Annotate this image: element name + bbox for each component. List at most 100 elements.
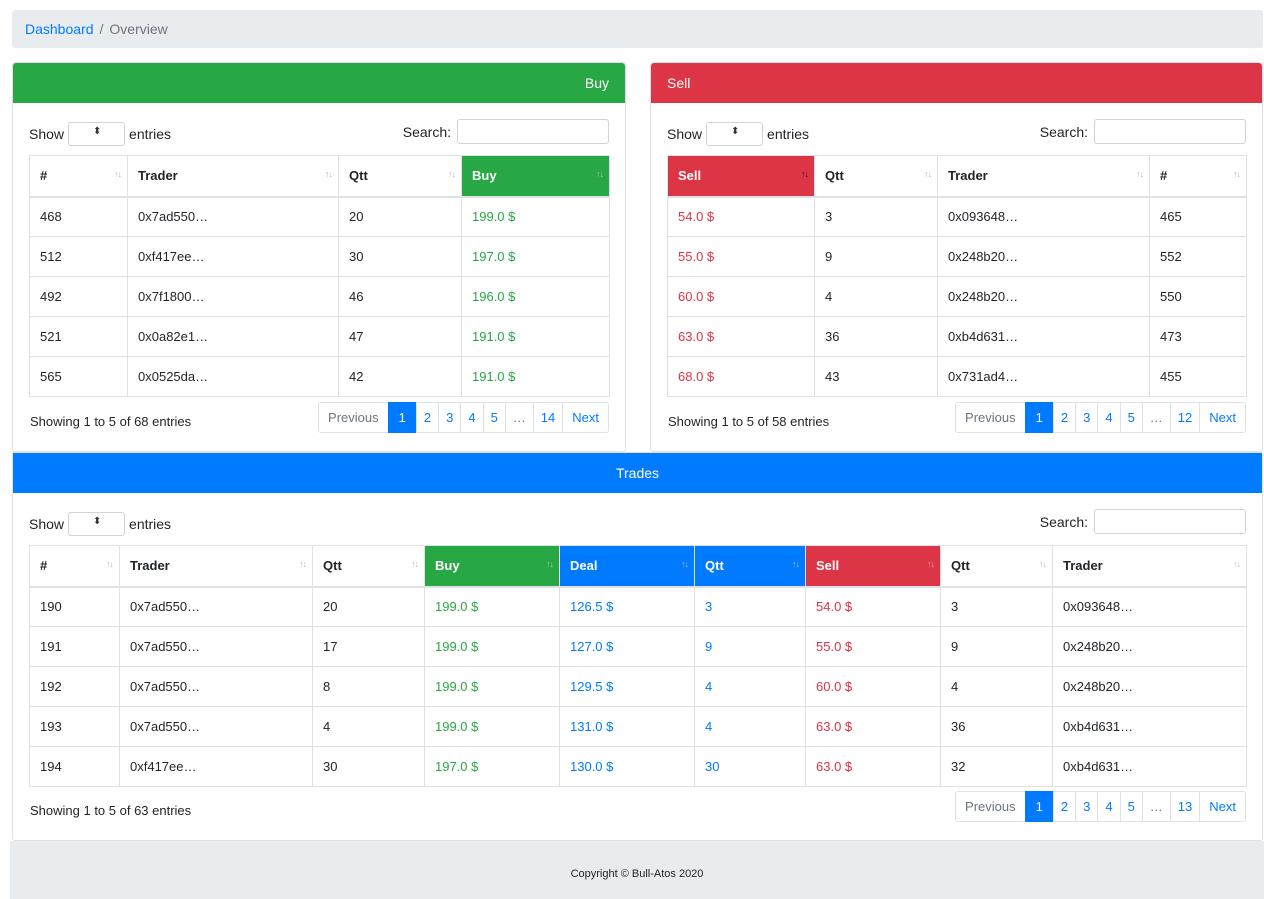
sell-pagination: Previous 1 2 3 4 5 … 12 Next [955,402,1246,433]
buy-col-id-header[interactable]: # ↑↓ [29,155,128,198]
buy-search-input[interactable] [457,119,609,144]
table-row: 194 0xf417ee… 30 197.0 $130.0 $30 63.0 $32 0x… [29,746,1247,787]
page-button[interactable]: 13 [1169,791,1201,822]
cell-trader: 0x0525da… [127,356,339,397]
pagination-ellipsis: … [504,402,534,433]
trades-col-sell-trader-header[interactable]: Trader ↑↓ [1052,545,1247,588]
previous-page-button[interactable]: Previous [318,402,389,433]
sell-search-input[interactable] [1094,119,1246,144]
sell-col-trader-header[interactable]: Trader ↑↓ [937,155,1150,198]
trades-col-deal-qtt-header[interactable]: Qtt ↑↓ [694,545,806,588]
page-button[interactable]: 5 [1119,402,1143,433]
page-button[interactable]: 4 [1097,791,1121,822]
page-button[interactable]: 2 [1052,791,1077,822]
sell-col-id-header[interactable]: # ↑↓ [1149,155,1247,198]
trades-entries-select[interactable]: ⬍ [68,512,126,536]
page-button[interactable]: 2 [1052,402,1077,433]
table-row: 193 0x7ad550… 4 199.0 $131.0 $4 63.0 $36 0xb4… [29,706,1247,747]
col-label: # [1160,168,1168,184]
buy-pagination: Previous 1 2 3 4 5 … 14 Next [318,402,609,433]
buy-col-qtt-header[interactable]: Qtt ↑↓ [338,155,462,198]
cell-buy-price: 199.0 $ [424,666,560,707]
page-button[interactable]: 3 [1075,791,1099,822]
page-button[interactable]: 3 [1075,402,1099,433]
next-page-button[interactable]: Next [1199,402,1246,433]
breadcrumb-dashboard-link[interactable]: Dashboard [25,21,94,37]
next-page-button[interactable]: Next [562,402,609,433]
page-button[interactable]: 5 [482,402,506,433]
buy-table-info: Showing 1 to 5 of 68 entries [30,414,192,429]
buy-col-buy-header[interactable]: Buy ↑↓ [461,155,610,198]
cell-sell-price: 55.0 $ [805,626,941,667]
page-button[interactable]: 1 [1024,791,1054,822]
col-label: Deal [570,558,598,574]
trades-col-id-header[interactable]: # ↑↓ [29,545,120,588]
col-label: Qtt [705,558,724,574]
col-label: Buy [435,558,460,574]
previous-page-button[interactable]: Previous [955,402,1026,433]
page-button[interactable]: 1 [1024,402,1054,433]
buy-card-header: Buy [13,63,625,103]
page-button[interactable]: 12 [1169,402,1201,433]
sell-col-qtt-header[interactable]: Qtt ↑↓ [814,155,938,198]
sort-icon: ↑↓ [1233,559,1241,569]
show-label: Show [667,126,703,142]
sort-asc-icon: ↑↓ [801,169,809,179]
cell-id: 512 [29,236,128,277]
cell-deal-price: 127.0 $ [559,626,695,667]
sort-icon: ↑↓ [924,169,932,179]
next-page-button[interactable]: Next [1199,791,1246,822]
cell-buy-trader: 0x7ad550… [119,666,313,707]
buy-entries-select[interactable]: ⬍ [68,122,126,146]
col-label: Trader [948,168,988,184]
cell-trader: 0x0a82e1… [127,316,339,357]
table-row: 512 0xf417ee… 30 197.0 $ [29,236,610,277]
buy-col-trader-header[interactable]: Trader ↑↓ [127,155,339,198]
trades-col-sell-qtt-header[interactable]: Qtt ↑↓ [940,545,1053,588]
page-button[interactable]: 2 [415,402,440,433]
cell-id: 521 [29,316,128,357]
trades-col-buy-header[interactable]: Buy ↑↓ [424,545,560,588]
page-button[interactable]: 4 [1097,402,1121,433]
cell-qtt: 42 [338,356,462,397]
cell-qtt: 36 [814,316,938,357]
cell-buy-trader: 0x7ad550… [119,626,313,667]
trades-card: Trades Show ⬍ entries Search: # ↑↓ Trader… [12,452,1263,841]
buy-card: Buy Show ⬍ entries Search: # ↑↓ Trader ↑↓ … [12,62,626,452]
buy-controls: Show ⬍ entries Search: [29,119,609,146]
cell-qtt: 4 [814,276,938,317]
cell-deal-price: 129.5 $ [559,666,695,707]
cell-sell-qtt: 32 [940,746,1053,787]
trades-col-sell-header[interactable]: Sell ↑↓ [805,545,941,588]
cell-trader: 0xb4d631… [937,316,1150,357]
page-button[interactable]: 14 [532,402,564,433]
sell-entries-select[interactable]: ⬍ [706,122,764,146]
trades-col-buy-trader-header[interactable]: Trader ↑↓ [119,545,313,588]
cell-deal-qtt: 9 [694,626,806,667]
trades-controls: Show ⬍ entries Search: [29,509,1246,536]
sell-col-sell-header[interactable]: Sell ↑↓ [667,155,815,198]
cell-sell-price: 60.0 $ [667,276,815,317]
cell-sell-trader: 0x248b20… [1052,666,1247,707]
cell-buy-price: 196.0 $ [461,276,610,317]
trades-col-buy-qtt-header[interactable]: Qtt ↑↓ [312,545,425,588]
cell-id: 190 [29,586,120,627]
pagination-ellipsis: … [1141,402,1171,433]
trades-search-input[interactable] [1094,509,1246,534]
trades-col-deal-header[interactable]: Deal ↑↓ [559,545,695,588]
cell-id: 465 [1149,196,1247,237]
previous-page-button[interactable]: Previous [955,791,1026,822]
sort-icon: ↑↓ [106,559,114,569]
trades-table: # ↑↓ Trader ↑↓ Qtt ↑↓ Buy ↑↓ Deal ↑↓ Qtt ↑↓ Se… [29,545,1247,787]
pagination-ellipsis: … [1141,791,1171,822]
page-button[interactable]: 5 [1119,791,1143,822]
page-button[interactable]: 4 [460,402,484,433]
cell-buy-qtt: 4 [312,706,425,747]
page-button[interactable]: 1 [387,402,417,433]
cell-id: 552 [1149,236,1247,277]
sell-card: Sell Show ⬍ entries Search: Sell ↑↓ Qtt ↑↓… [650,62,1263,452]
page-button[interactable]: 3 [438,402,462,433]
sort-desc-icon: ↑↓ [596,169,604,179]
cell-qtt: 46 [338,276,462,317]
show-label: Show [29,126,65,142]
